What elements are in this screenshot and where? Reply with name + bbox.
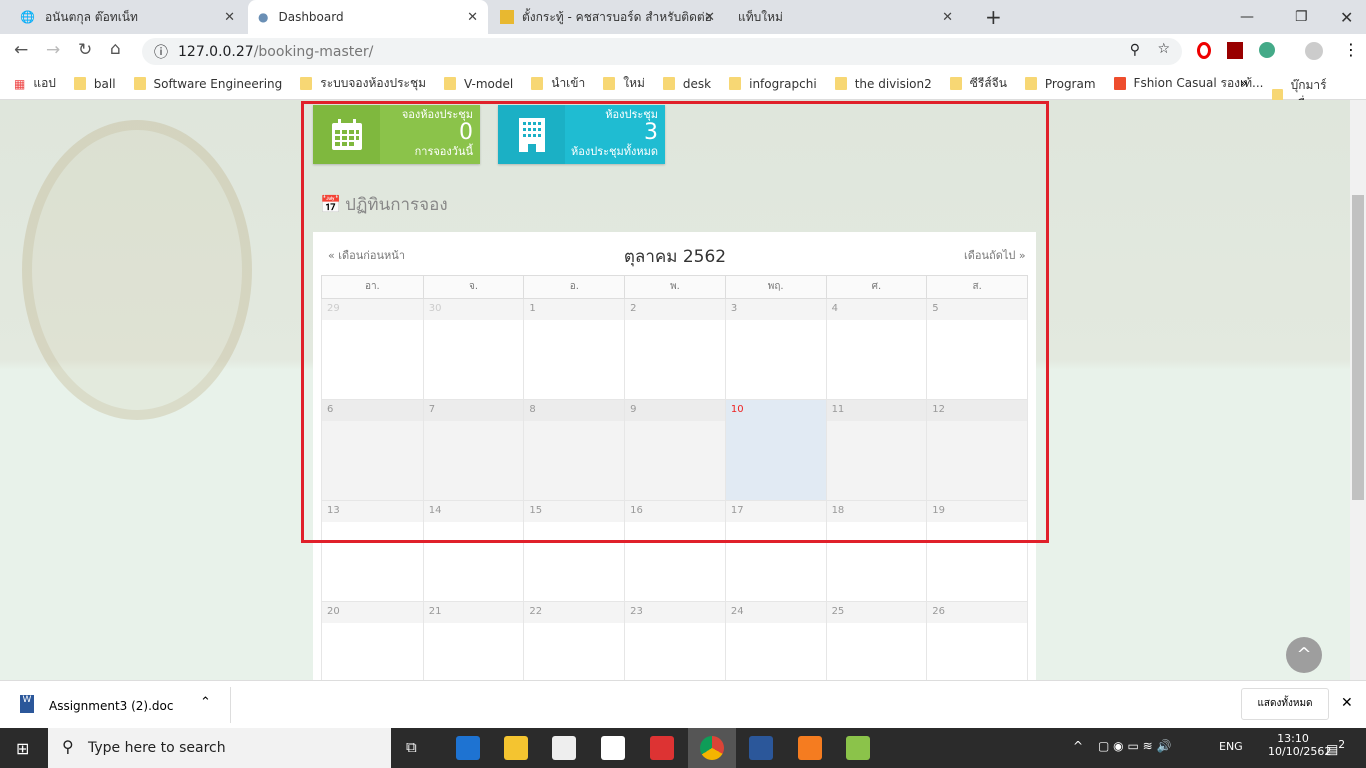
menu-icon[interactable]: ⋮: [1343, 40, 1359, 59]
day-number: 25: [826, 602, 927, 623]
globe-icon: 🌐: [20, 10, 35, 24]
close-tab-icon[interactable]: ✕: [467, 10, 478, 25]
bookmark-apps[interactable]: ▦ แอป: [14, 74, 56, 93]
bookmark[interactable]: Program: [1024, 77, 1096, 91]
download-item[interactable]: Assignment3 (2).doc: [49, 699, 173, 713]
windows-start-icon[interactable]: ⊞: [16, 739, 29, 758]
apps-icon: ▦: [14, 76, 26, 91]
edge-icon[interactable]: [456, 736, 480, 760]
notepad-icon[interactable]: [846, 736, 870, 760]
show-all-button[interactable]: แสดงทั้งหมด: [1241, 688, 1329, 720]
word-icon[interactable]: [749, 736, 773, 760]
folder-icon: [133, 77, 146, 90]
folder-icon: [300, 77, 313, 90]
reload-icon[interactable]: ↻: [78, 40, 92, 60]
zoom-icon[interactable]: ⚲: [1130, 42, 1140, 58]
close-window-button[interactable]: ✕: [1330, 0, 1363, 34]
file-explorer-icon[interactable]: [504, 736, 528, 760]
bookmark[interactable]: ball: [73, 77, 116, 91]
chrome-icon: [700, 736, 724, 760]
highlight-box: [301, 101, 1049, 543]
day-number: 26: [927, 602, 1027, 623]
bookmark[interactable]: ซีรีส์จีน: [949, 74, 1007, 93]
bookmark[interactable]: the division2: [834, 77, 932, 91]
day-number: 20: [322, 602, 423, 623]
info-icon: ⓘ: [154, 44, 168, 61]
word-file-icon: W: [20, 695, 34, 713]
folder-icon: [444, 77, 457, 90]
back-icon[interactable]: ←: [14, 40, 28, 60]
close-tab-icon[interactable]: ✕: [704, 10, 715, 25]
folder-icon: [1024, 77, 1037, 90]
xampp-icon[interactable]: [798, 736, 822, 760]
star-icon[interactable]: ☆: [1157, 41, 1170, 57]
folder-icon: [603, 77, 616, 90]
elephant-icon: ●: [258, 10, 269, 24]
bookmark[interactable]: นำเข้า: [531, 74, 585, 93]
tab-4[interactable]: แท็บใหม่ ✕: [728, 0, 963, 34]
tray-chevron-icon[interactable]: ^: [1073, 739, 1083, 753]
mail-icon[interactable]: [552, 736, 576, 760]
taskbar: ⊞ ⚲ Type here to search ⧉ ^ ▢ ◉ ▭ ≋ 🔊 ENG…: [0, 728, 1366, 768]
folder-icon: [73, 77, 86, 90]
bookmark[interactable]: desk: [662, 77, 711, 91]
tab-1[interactable]: 🌐 อนันตกุล ต๊อทเน็ท ✕: [10, 0, 245, 34]
search-icon: ⚲: [62, 737, 74, 756]
tab-strip: 🌐 อนันตกุล ต๊อทเน็ท ✕ ● Dashboard ✕ ตั้งกระท…: [0, 0, 1366, 34]
close-download-bar-icon[interactable]: ✕: [1341, 695, 1353, 711]
opera-extension-icon[interactable]: [1197, 42, 1211, 59]
bookmarks-bar: ▦ แอป ball Software Engineering ระบบจองห้…: [0, 68, 1366, 111]
day-number: 21: [423, 602, 524, 623]
language-indicator[interactable]: ENG: [1219, 740, 1243, 753]
close-tab-icon[interactable]: ✕: [224, 10, 235, 25]
close-tab-icon[interactable]: ✕: [942, 10, 953, 25]
bookmark[interactable]: ใหม่: [603, 74, 645, 93]
bookmark[interactable]: ระบบจองห้องประชุม: [300, 74, 426, 93]
app-icon[interactable]: [650, 736, 674, 760]
taskbar-search[interactable]: ⚲ Type here to search: [48, 728, 391, 768]
bookmark[interactable]: infograpchi: [729, 77, 817, 91]
tab-3[interactable]: ตั้งกระทู้ - คชสารบอร์ด สำหรับติดต่อส ✕: [490, 0, 725, 34]
day-number: 22: [524, 602, 625, 623]
notification-icon[interactable]: ▤2: [1326, 738, 1345, 757]
download-bar: W Assignment3 (2).doc ⌃ แสดงทั้งหมด ✕: [0, 680, 1366, 728]
url-input[interactable]: ⓘ 127.0.0.27/booking-master/ ⚲ ☆: [142, 38, 1182, 65]
home-icon[interactable]: ⌂: [110, 39, 121, 59]
chrome-taskbar-button[interactable]: [688, 728, 736, 768]
globe-extension-icon[interactable]: [1259, 42, 1275, 58]
address-bar: ← → ↻ ⌂ ⓘ 127.0.0.27/booking-master/ ⚲ ☆ …: [0, 34, 1366, 68]
site-icon: [500, 10, 514, 24]
day-number: 24: [725, 602, 826, 623]
divider: [230, 687, 231, 723]
university-logo-watermark: [22, 120, 252, 420]
task-view-icon[interactable]: ⧉: [406, 738, 417, 756]
shopee-icon: [1113, 77, 1126, 90]
scroll-to-top-button[interactable]: ^: [1286, 637, 1322, 673]
folder-icon: [949, 77, 962, 90]
clock[interactable]: 13:10 10/10/2562: [1268, 732, 1331, 758]
day-number: 23: [625, 602, 725, 623]
pdf-extension-icon[interactable]: [1227, 42, 1243, 59]
folder-icon: [662, 77, 675, 90]
profile-avatar[interactable]: [1305, 42, 1323, 60]
more-bookmarks-icon[interactable]: »: [1240, 76, 1247, 90]
bookmark[interactable]: Software Engineering: [133, 77, 282, 91]
new-tab-button[interactable]: +: [975, 0, 1012, 34]
tray-icons[interactable]: ▢ ◉ ▭ ≋ 🔊: [1098, 739, 1171, 753]
scrollbar-thumb[interactable]: [1352, 195, 1364, 500]
tab-dashboard[interactable]: ● Dashboard ✕: [248, 0, 488, 34]
store-icon[interactable]: [601, 736, 625, 760]
restore-button[interactable]: ❐: [1285, 0, 1318, 34]
folder-icon: [834, 77, 847, 90]
minimize-button[interactable]: —: [1230, 0, 1264, 34]
folder-icon: [729, 77, 742, 90]
folder-icon: [531, 77, 544, 90]
bookmark[interactable]: V-model: [444, 77, 513, 91]
forward-icon[interactable]: →: [46, 40, 60, 60]
chevron-up-icon[interactable]: ⌃: [200, 695, 211, 710]
